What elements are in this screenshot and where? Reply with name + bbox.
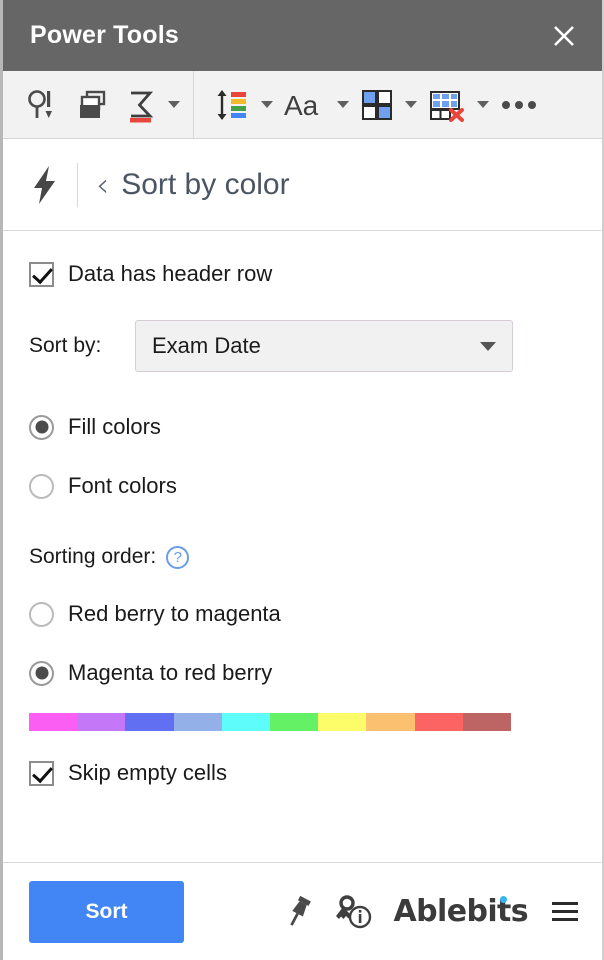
sort-by-select[interactable]: Exam Date bbox=[135, 320, 513, 372]
sort-button[interactable]: Sort bbox=[29, 880, 184, 943]
color-swatch bbox=[29, 713, 78, 731]
color-swatch bbox=[462, 713, 512, 731]
font-colors-label[interactable]: Font colors bbox=[68, 473, 177, 499]
sorting-order-label: Sorting order: bbox=[29, 545, 157, 568]
data-has-header-row-checkbox[interactable] bbox=[29, 261, 54, 287]
pushpin-icon[interactable] bbox=[282, 894, 316, 930]
sort-by-row: Sort by: Exam Date bbox=[29, 320, 576, 372]
fill-colors-label[interactable]: Fill colors bbox=[68, 414, 161, 440]
ablebits-logo-dot bbox=[500, 896, 507, 903]
toolbar-group-1 bbox=[3, 71, 193, 138]
data-has-header-row-label[interactable]: Data has header row bbox=[68, 261, 272, 287]
toolbar-group-2: Aa bbox=[194, 71, 546, 138]
sort-by-color-form: Data has header row Sort by: Exam Date F… bbox=[3, 231, 602, 862]
ablebits-logo[interactable]: Ablebits bbox=[393, 894, 529, 929]
red-to-magenta-radio-row[interactable]: Red berry to magenta bbox=[29, 601, 576, 627]
randomize-cells-icon[interactable] bbox=[352, 71, 402, 138]
more-options-icon[interactable] bbox=[492, 100, 546, 109]
randomize-dropdown-caret-icon[interactable] bbox=[405, 101, 417, 108]
color-swatch bbox=[173, 713, 222, 731]
help-question-icon[interactable]: ? bbox=[166, 545, 190, 569]
text-dropdown-caret-icon[interactable] bbox=[337, 101, 349, 108]
ablebits-wordmark: Ablebits bbox=[393, 894, 529, 929]
clear-table-icon[interactable] bbox=[420, 71, 474, 138]
footer-bar: Sort Ablebits bbox=[3, 862, 602, 960]
color-swatch bbox=[77, 713, 126, 731]
color-swatch bbox=[125, 713, 174, 731]
sorting-order-group: Sorting order: ? bbox=[29, 545, 576, 569]
magenta-to-red-radio-row[interactable]: Magenta to red berry bbox=[29, 660, 576, 686]
page-title: Power Tools bbox=[30, 21, 179, 49]
footer-actions: Ablebits bbox=[282, 893, 584, 931]
merge-sheets-icon[interactable] bbox=[67, 71, 117, 138]
skip-empty-cells-checkbox[interactable] bbox=[29, 760, 54, 786]
sort-by-label: Sort by: bbox=[29, 334, 102, 357]
skip-empty-cells-row[interactable]: Skip empty cells bbox=[29, 760, 576, 786]
color-swatch bbox=[221, 713, 271, 731]
find-and-replace-icon[interactable] bbox=[17, 71, 67, 138]
toolbar: Aa bbox=[3, 70, 602, 139]
magenta-to-red-berry-label[interactable]: Magenta to red berry bbox=[68, 660, 272, 686]
font-colors-radio-row[interactable]: Font colors bbox=[29, 473, 576, 499]
back-chevron-icon[interactable]: ‹ bbox=[96, 168, 109, 201]
fill-colors-radio[interactable] bbox=[29, 414, 54, 440]
svg-text:Aa: Aa bbox=[284, 90, 319, 121]
license-key-info-icon[interactable] bbox=[334, 893, 376, 931]
section-header: ‹ Sort by color bbox=[3, 139, 602, 231]
chevron-down-icon bbox=[480, 341, 496, 351]
lightning-bolt-icon bbox=[23, 164, 67, 206]
hamburger-menu-icon[interactable] bbox=[546, 898, 584, 925]
section-title: Sort by color bbox=[121, 167, 290, 201]
sort-dropdown-caret-icon[interactable] bbox=[261, 101, 273, 108]
font-colors-radio[interactable] bbox=[29, 473, 54, 499]
close-icon[interactable] bbox=[544, 16, 584, 56]
color-order-preview bbox=[29, 713, 512, 731]
clear-dropdown-caret-icon[interactable] bbox=[477, 101, 489, 108]
color-swatch bbox=[414, 713, 463, 731]
color-swatch bbox=[318, 713, 367, 731]
sort-by-selected-value: Exam Date bbox=[152, 333, 261, 358]
header-divider bbox=[77, 162, 78, 207]
red-berry-to-magenta-label[interactable]: Red berry to magenta bbox=[68, 601, 281, 627]
color-swatch bbox=[366, 713, 415, 731]
header-row-checkbox-row[interactable]: Data has header row bbox=[29, 261, 576, 287]
sum-dropdown-caret-icon[interactable] bbox=[168, 101, 180, 108]
skip-empty-cells-label[interactable]: Skip empty cells bbox=[68, 760, 227, 786]
power-tools-panel: Power Tools Aa ‹ Sort by color Data has … bbox=[0, 0, 604, 960]
sort-by-color-icon[interactable] bbox=[206, 71, 258, 138]
color-swatch bbox=[270, 713, 319, 731]
red-berry-to-magenta-radio[interactable] bbox=[29, 601, 54, 627]
title-bar: Power Tools bbox=[3, 0, 602, 71]
text-aa-icon[interactable]: Aa bbox=[276, 71, 334, 138]
magenta-to-red-berry-radio[interactable] bbox=[29, 660, 54, 686]
sum-sigma-icon[interactable] bbox=[117, 71, 165, 138]
fill-colors-radio-row[interactable]: Fill colors bbox=[29, 414, 576, 440]
